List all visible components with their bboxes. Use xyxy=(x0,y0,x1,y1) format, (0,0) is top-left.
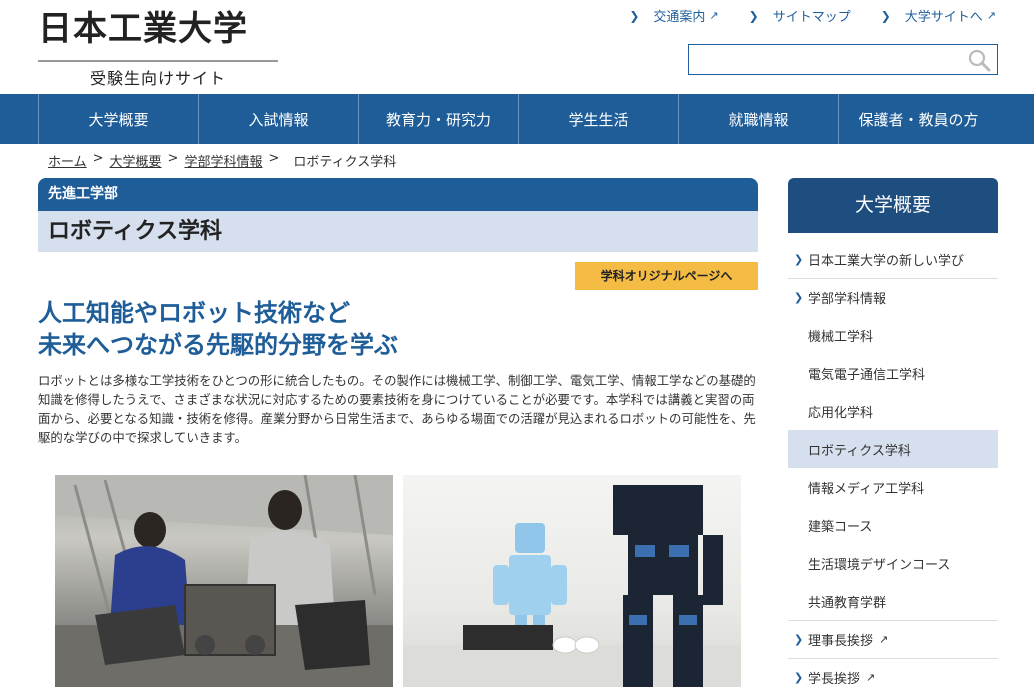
sidebar-item-info-media[interactable]: 情報メディア工学科 xyxy=(788,468,998,506)
sidebar-nav: ❯ 日本工業大学の新しい学び ❯ 学部学科情報 機械工学科 電気電子通信工学科 … xyxy=(788,240,998,687)
department-description: ロボットとは多様な工学技術をひとつの形に統合したもの。その製作には機械工学、制御… xyxy=(38,373,756,445)
page-title: ロボティクス学科 xyxy=(38,211,758,252)
sidebar-item-electrical[interactable]: 電気電子通信工学科 xyxy=(788,354,998,392)
gnav-item-admission[interactable]: 入試情報 xyxy=(198,94,358,144)
sidebar-item-departments[interactable]: ❯ 学部学科情報 xyxy=(788,278,998,316)
sidebar-item-label: 理事長挨拶 xyxy=(808,634,874,649)
breadcrumb-home[interactable]: ホーム xyxy=(48,151,87,170)
robots-photo xyxy=(403,475,741,687)
external-link-icon: ↗ xyxy=(709,9,719,22)
sidebar-item-label: 電気電子通信工学科 xyxy=(808,367,926,383)
chevron-right-icon: ❯ xyxy=(748,8,759,23)
sidebar-item-president-message[interactable]: ❯ 学長挨拶 ↗ xyxy=(788,658,998,687)
logo-main-text: 日本工業大学 xyxy=(38,9,248,49)
students-working-photo xyxy=(55,475,393,687)
gnav-item-career[interactable]: 就職情報 xyxy=(678,94,838,144)
util-link-label: 大学サイトへ xyxy=(904,10,983,25)
sidebar-item-label: 共通教育学群 xyxy=(808,595,887,611)
sidebar-item-mechanical[interactable]: 機械工学科 xyxy=(788,316,998,354)
headline: 人工知能やロボット技術など 未来へつながる先駆的分野を学ぶ xyxy=(38,297,758,361)
chevron-right-icon: ❯ xyxy=(794,291,804,304)
breadcrumb: ホーム > 大学概要 > 学部学科情報 > ロボティクス学科 xyxy=(48,151,396,170)
sidebar-item-label: 生活環境デザインコース xyxy=(808,557,951,573)
gnav-item-student-life[interactable]: 学生生活 xyxy=(518,94,678,144)
external-link-icon: ↗ xyxy=(986,9,996,22)
sidebar-item-common-education[interactable]: 共通教育学群 xyxy=(788,582,998,620)
sidebar-item-label: 日本工業大学の新しい学び xyxy=(808,253,965,269)
breadcrumb-current: ロボティクス学科 xyxy=(293,155,397,170)
external-link-icon: ↗ xyxy=(879,633,889,646)
util-link-label: サイトマップ xyxy=(772,10,851,25)
sidebar-item-robotics[interactable]: ロボティクス学科 xyxy=(788,430,998,468)
department-label: 先進工学部 xyxy=(38,178,758,211)
sidebar-item-chairman-message[interactable]: ❯ 理事長挨拶 ↗ xyxy=(788,620,998,658)
breadcrumb-separator: > xyxy=(167,151,179,166)
util-link-university-site[interactable]: ❯ 大学サイトへ ↗ xyxy=(880,6,996,26)
sidebar-item-living-env-design[interactable]: 生活環境デザインコース xyxy=(788,544,998,582)
gnav-item-about[interactable]: 大学概要 xyxy=(38,94,198,144)
site-logo[interactable]: 日本工業大学 受験生向けサイト xyxy=(38,8,278,89)
department-original-page-button[interactable]: 学科オリジナルページへ xyxy=(575,262,758,290)
utility-links: ❯ 交通案内 ↗ ❯ サイトマップ ❯ 大学サイトへ ↗ xyxy=(629,6,996,26)
breadcrumb-about[interactable]: 大学概要 xyxy=(110,151,162,170)
headline-line: 未来へつながる先駆的分野を学ぶ xyxy=(38,331,398,359)
gnav-item-education[interactable]: 教育力・研究力 xyxy=(358,94,518,144)
breadcrumb-separator: > xyxy=(268,151,280,166)
util-link-label: 交通案内 xyxy=(653,10,706,25)
chevron-right-icon: ❯ xyxy=(794,633,804,646)
sidebar-item-label: 情報メディア工学科 xyxy=(808,481,925,497)
chevron-right-icon: ❯ xyxy=(880,8,891,23)
breadcrumb-departments[interactable]: 学部学科情報 xyxy=(184,151,262,170)
external-link-icon: ↗ xyxy=(866,671,876,684)
search-input[interactable] xyxy=(688,44,998,75)
sidebar-item-architecture[interactable]: 建築コース xyxy=(788,506,998,544)
chevron-right-icon: ❯ xyxy=(794,671,804,684)
sidebar-item-label: ロボティクス学科 xyxy=(808,443,911,459)
gnav-item-parents[interactable]: 保護者・教員の方 xyxy=(838,94,998,144)
util-link-access[interactable]: ❯ 交通案内 ↗ xyxy=(629,6,719,26)
logo-sub-text: 受験生向けサイト xyxy=(89,69,226,88)
sidebar-item-label: 応用化学科 xyxy=(808,405,874,421)
util-link-sitemap[interactable]: ❯ サイトマップ xyxy=(748,6,851,26)
sidebar-item-label: 学部学科情報 xyxy=(808,292,887,307)
search-icon[interactable] xyxy=(967,48,991,72)
breadcrumb-separator: > xyxy=(92,151,104,166)
sidebar-item-label: 建築コース xyxy=(808,519,873,535)
chevron-right-icon: ❯ xyxy=(629,8,640,23)
sidebar-heading[interactable]: 大学概要 xyxy=(788,178,998,233)
global-nav: 大学概要 入試情報 教育力・研究力 学生生活 就職情報 保護者・教員の方 xyxy=(0,94,1034,144)
headline-line: 人工知能やロボット技術など xyxy=(38,299,350,327)
site-header: 日本工業大学 受験生向けサイト ❯ 交通案内 ↗ ❯ サイトマップ ❯ 大学サイ… xyxy=(0,0,1034,94)
logo-divider xyxy=(38,60,278,62)
sidebar-item-label: 学長挨拶 xyxy=(808,672,861,687)
sidebar-item-label: 機械工学科 xyxy=(808,329,874,345)
sidebar-item-chemistry[interactable]: 応用化学科 xyxy=(788,392,998,430)
sidebar-item-new-learning[interactable]: ❯ 日本工業大学の新しい学び xyxy=(788,240,998,278)
chevron-right-icon: ❯ xyxy=(794,252,804,266)
